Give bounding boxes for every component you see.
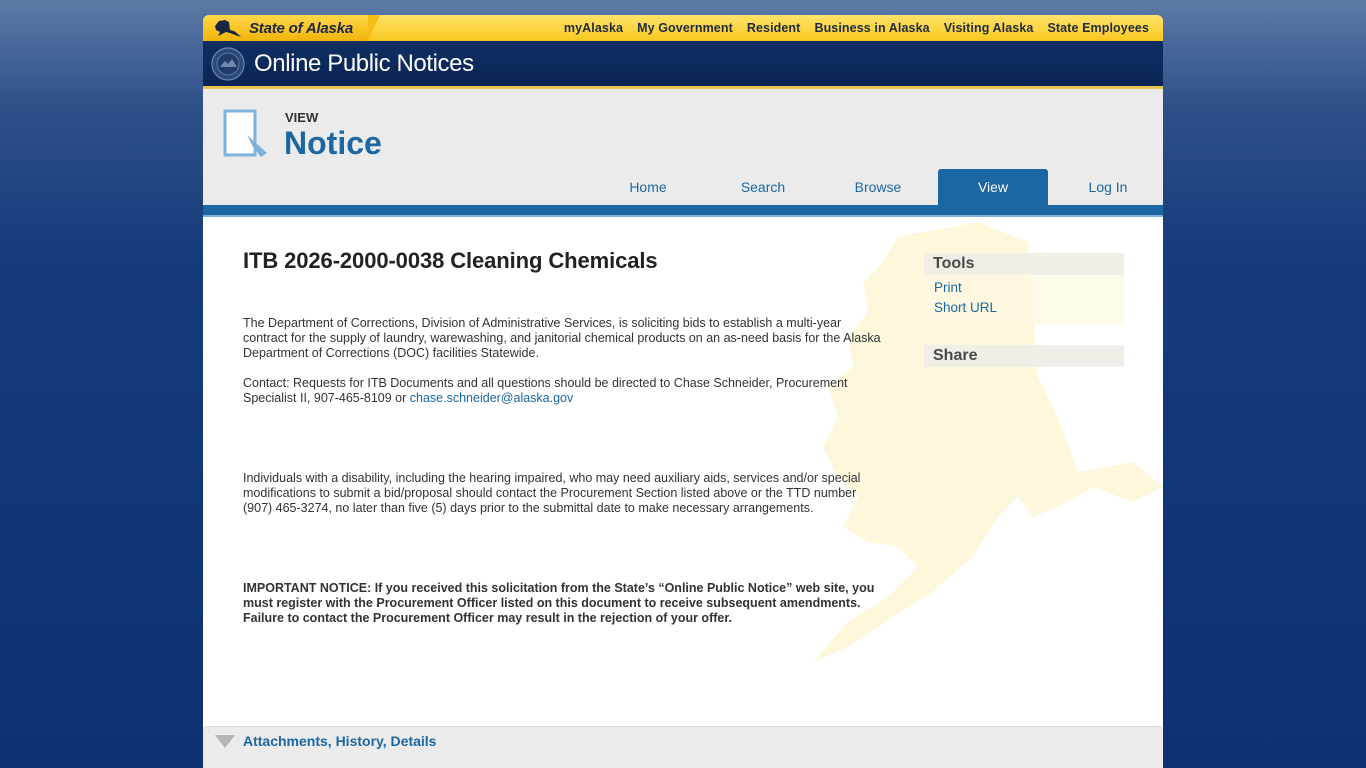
- tab-view[interactable]: View: [938, 169, 1048, 205]
- top-links: myAlaska My Government Resident Business…: [550, 15, 1149, 41]
- page-container: State of Alaska myAlaska My Government R…: [203, 15, 1163, 768]
- alaska-map-icon: [215, 20, 241, 37]
- notice-contact: Contact: Requests for ITB Documents and …: [243, 376, 888, 406]
- tab-home[interactable]: Home: [593, 169, 703, 205]
- top-link-myalaska[interactable]: myAlaska: [564, 21, 623, 35]
- page-title: Notice: [284, 125, 382, 161]
- state-of-alaska-label: State of Alaska: [249, 19, 353, 37]
- site-title[interactable]: Online Public Notices: [254, 50, 474, 78]
- attachments-history-details-toggle[interactable]: Attachments, History, Details: [243, 733, 436, 749]
- top-link-resident[interactable]: Resident: [747, 21, 801, 35]
- view-label: VIEW: [285, 110, 319, 125]
- top-link-my-government[interactable]: My Government: [637, 21, 733, 35]
- important-notice: IMPORTANT NOTICE: If you received this s…: [243, 581, 875, 625]
- share-heading: Share: [924, 345, 1124, 367]
- share-box: Share: [924, 345, 1124, 367]
- top-link-business[interactable]: Business in Alaska: [814, 21, 929, 35]
- notice-description: The Department of Corrections, Division …: [243, 316, 881, 360]
- tools-heading: Tools: [924, 253, 1124, 275]
- notice-body: ITB 2026-2000-0038 Cleaning Chemicals Th…: [243, 248, 888, 641]
- page-header: VIEW Notice Home Search Browse View Log …: [203, 89, 1163, 205]
- state-of-alaska-logo[interactable]: State of Alaska: [203, 15, 380, 41]
- top-link-state-employees[interactable]: State Employees: [1047, 21, 1149, 35]
- top-bar: State of Alaska myAlaska My Government R…: [203, 15, 1163, 41]
- expand-triangle-icon[interactable]: [215, 735, 235, 748]
- attachments-accordion[interactable]: Attachments, History, Details: [203, 726, 1163, 768]
- state-seal-icon[interactable]: [211, 46, 245, 81]
- top-link-visiting[interactable]: Visiting Alaska: [944, 21, 1034, 35]
- main-nav: Home Search Browse View Log In: [588, 169, 1163, 205]
- sidebar: Tools Print Short URL Share: [924, 253, 1124, 387]
- print-link[interactable]: Print: [934, 278, 1114, 298]
- short-url-link[interactable]: Short URL: [934, 298, 1114, 318]
- nav-divider: [203, 205, 1163, 217]
- contact-email-link[interactable]: chase.schneider@alaska.gov: [410, 391, 573, 405]
- tools-box: Tools Print Short URL: [924, 253, 1124, 325]
- notice-title: ITB 2026-2000-0038 Cleaning Chemicals: [243, 248, 658, 273]
- tab-browse[interactable]: Browse: [823, 169, 933, 205]
- document-view-icon: [223, 109, 267, 157]
- accessibility-notice: Individuals with a disability, including…: [243, 471, 861, 515]
- tab-search[interactable]: Search: [708, 169, 818, 205]
- site-banner: Online Public Notices: [203, 41, 1163, 89]
- content-area: ITB 2026-2000-0038 Cleaning Chemicals Th…: [203, 217, 1163, 768]
- tab-log-in[interactable]: Log In: [1053, 169, 1163, 205]
